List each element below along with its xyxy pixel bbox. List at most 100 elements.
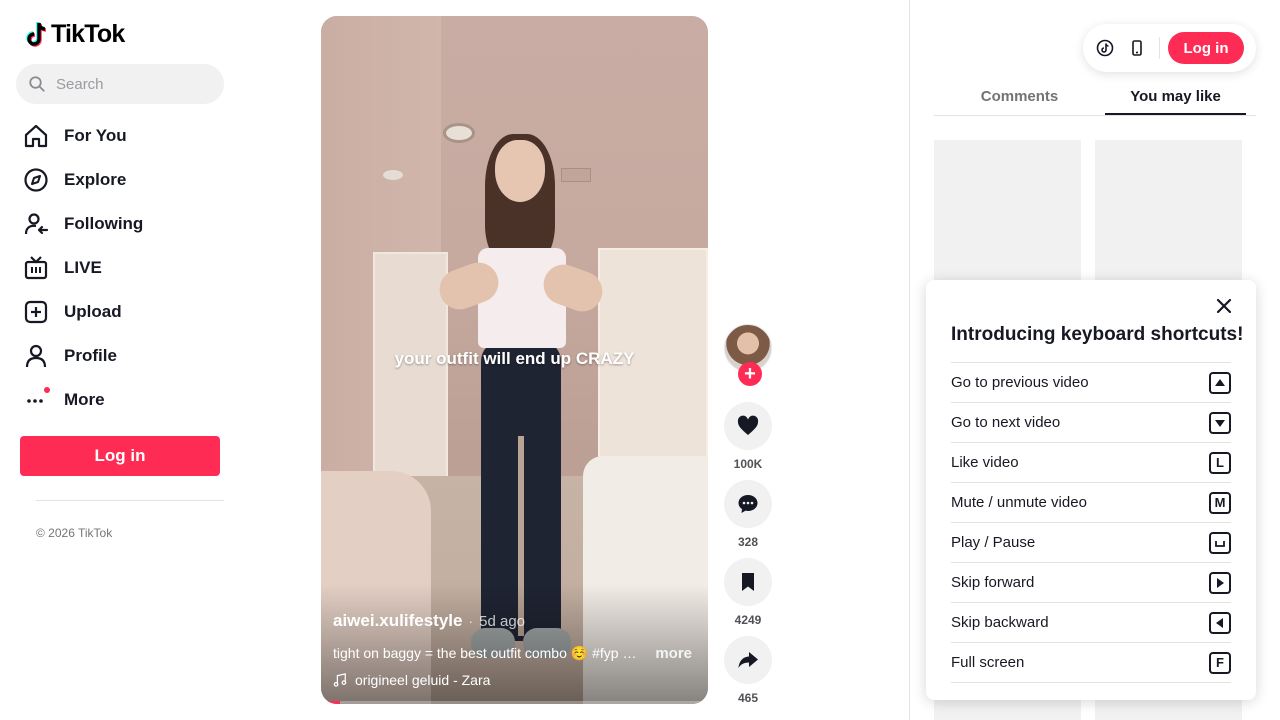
music-line[interactable]: origineel geluid - Zara — [333, 672, 698, 688]
author-name[interactable]: aiwei.xulifestyle — [333, 611, 462, 631]
nav-label: For You — [64, 126, 127, 145]
tiktok-logo[interactable]: TikTok — [24, 20, 125, 49]
home-icon — [20, 120, 52, 152]
nav-item-for-you[interactable]: For You — [20, 114, 230, 158]
arrow-left-key-icon — [1209, 611, 1231, 634]
video-progress-bar[interactable] — [321, 701, 708, 704]
shortcut-label: Skip forward — [951, 574, 1035, 591]
arrow-right-key-icon — [1209, 571, 1231, 594]
share-button[interactable] — [724, 636, 772, 684]
nav-item-explore[interactable]: Explore — [20, 158, 230, 202]
tab-you-may-like[interactable]: You may like — [1105, 78, 1246, 115]
video-meta: aiwei.xulifestyle · 5d ago tight on bagg… — [333, 611, 698, 688]
compass-icon — [20, 164, 52, 196]
live-tv-icon — [20, 252, 52, 284]
music-note-icon — [333, 673, 347, 687]
video-player[interactable]: your outfit will end up CRAZY aiwei.xuli… — [321, 16, 708, 704]
sidebar-login-button[interactable]: Log in — [20, 436, 220, 476]
more-dots-icon — [20, 384, 52, 416]
post-date: 5d ago — [479, 613, 526, 630]
close-icon[interactable] — [1214, 296, 1234, 316]
upload-plus-icon — [20, 296, 52, 328]
save-button[interactable] — [724, 558, 772, 606]
suggested-video-thumbnail[interactable] — [934, 140, 1081, 290]
panel-divider — [909, 0, 910, 720]
shortcut-row: Like video L — [951, 443, 1231, 483]
author-line: aiwei.xulifestyle · 5d ago — [333, 611, 698, 631]
arrow-up-key-icon — [1209, 371, 1231, 394]
shortcut-key: L — [1209, 451, 1231, 474]
main-nav: For You Explore Following LIVE Upload Pr… — [20, 114, 230, 422]
shortcut-label: Full screen — [951, 654, 1025, 671]
nav-label: Upload — [64, 302, 122, 321]
shortcut-label: Mute / unmute video — [951, 494, 1087, 511]
video-scene — [383, 170, 403, 180]
more-button[interactable]: more — [655, 645, 692, 662]
suggested-video-thumbnail[interactable] — [1095, 700, 1242, 720]
comment-count: 328 — [737, 535, 759, 549]
video-person — [495, 140, 545, 202]
nav-item-profile[interactable]: Profile — [20, 334, 230, 378]
tiktok-logo-icon — [26, 21, 47, 47]
shortcut-row: Go to next video — [951, 403, 1231, 443]
share-arrow-icon — [738, 652, 758, 668]
shortcut-label: Go to previous video — [951, 374, 1089, 391]
notification-dot — [44, 387, 50, 393]
like-count: 100K — [733, 457, 763, 471]
shortcut-list: Go to previous video Go to next video Li… — [951, 362, 1231, 683]
shortcut-row: Mute / unmute video M — [951, 483, 1231, 523]
header-login-button[interactable]: Log in — [1168, 32, 1244, 64]
tiktok-coin-icon[interactable] — [1095, 38, 1115, 58]
video-overlay-text: your outfit will end up CRAZY — [394, 349, 635, 368]
nav-label: Explore — [64, 170, 127, 189]
shortcut-row: Skip forward — [951, 563, 1231, 603]
music-title: origineel geluid - Zara — [355, 672, 491, 688]
video-scene — [373, 252, 448, 492]
video-description: tight on baggy = the best outfit combo ☺… — [333, 645, 643, 661]
tab-comments[interactable]: Comments — [934, 78, 1105, 115]
comment-bubble-icon — [738, 495, 758, 513]
shortcut-key: M — [1209, 491, 1231, 514]
sidebar: TikTok For You Explore Following — [0, 0, 240, 720]
nav-item-upload[interactable]: Upload — [20, 290, 230, 334]
shortcut-row: Go to previous video — [951, 363, 1231, 403]
shortcut-key: F — [1209, 651, 1231, 674]
follow-plus-icon[interactable]: + — [738, 362, 762, 386]
nav-item-following[interactable]: Following — [20, 202, 230, 246]
divider — [36, 500, 224, 501]
nav-item-live[interactable]: LIVE — [20, 246, 230, 290]
video-progress-fill — [321, 701, 341, 704]
search-input[interactable] — [56, 75, 206, 93]
nav-label: Profile — [64, 346, 117, 365]
suggested-video-thumbnail[interactable] — [934, 700, 1081, 720]
heart-icon — [737, 415, 759, 435]
video-scene — [446, 126, 472, 140]
save-count: 4249 — [734, 613, 762, 627]
action-rail: + 100K 328 4249 465 — [724, 324, 772, 707]
search-bar[interactable] — [16, 64, 224, 104]
popup-title: Introducing keyboard shortcuts! — [951, 324, 1244, 345]
mobile-device-icon[interactable] — [1127, 38, 1147, 58]
shortcut-label: Skip backward — [951, 614, 1049, 631]
arrow-down-key-icon — [1209, 411, 1231, 434]
creator-avatar[interactable]: + — [724, 324, 772, 386]
brand-name: TikTok — [51, 20, 125, 48]
person-icon — [20, 340, 52, 372]
search-icon — [29, 76, 45, 92]
suggested-video-thumbnail[interactable] — [1095, 140, 1242, 290]
nav-label: More — [64, 390, 105, 409]
side-tabs: Comments You may like — [934, 78, 1256, 116]
description-line: tight on baggy = the best outfit combo ☺… — [333, 645, 698, 662]
separator: · — [468, 613, 474, 629]
nav-label: LIVE — [64, 258, 102, 277]
header-actions: Log in — [1083, 24, 1256, 72]
comment-button[interactable] — [724, 480, 772, 528]
nav-item-more[interactable]: More — [20, 378, 230, 422]
keyboard-shortcuts-popup: Introducing keyboard shortcuts! Go to pr… — [926, 280, 1256, 700]
like-button[interactable] — [724, 402, 772, 450]
shortcut-label: Go to next video — [951, 414, 1061, 431]
share-count: 465 — [737, 691, 759, 705]
shortcut-label: Play / Pause — [951, 534, 1036, 551]
video-scene — [561, 168, 591, 182]
copyright: © 2026 TikTok — [36, 526, 113, 540]
